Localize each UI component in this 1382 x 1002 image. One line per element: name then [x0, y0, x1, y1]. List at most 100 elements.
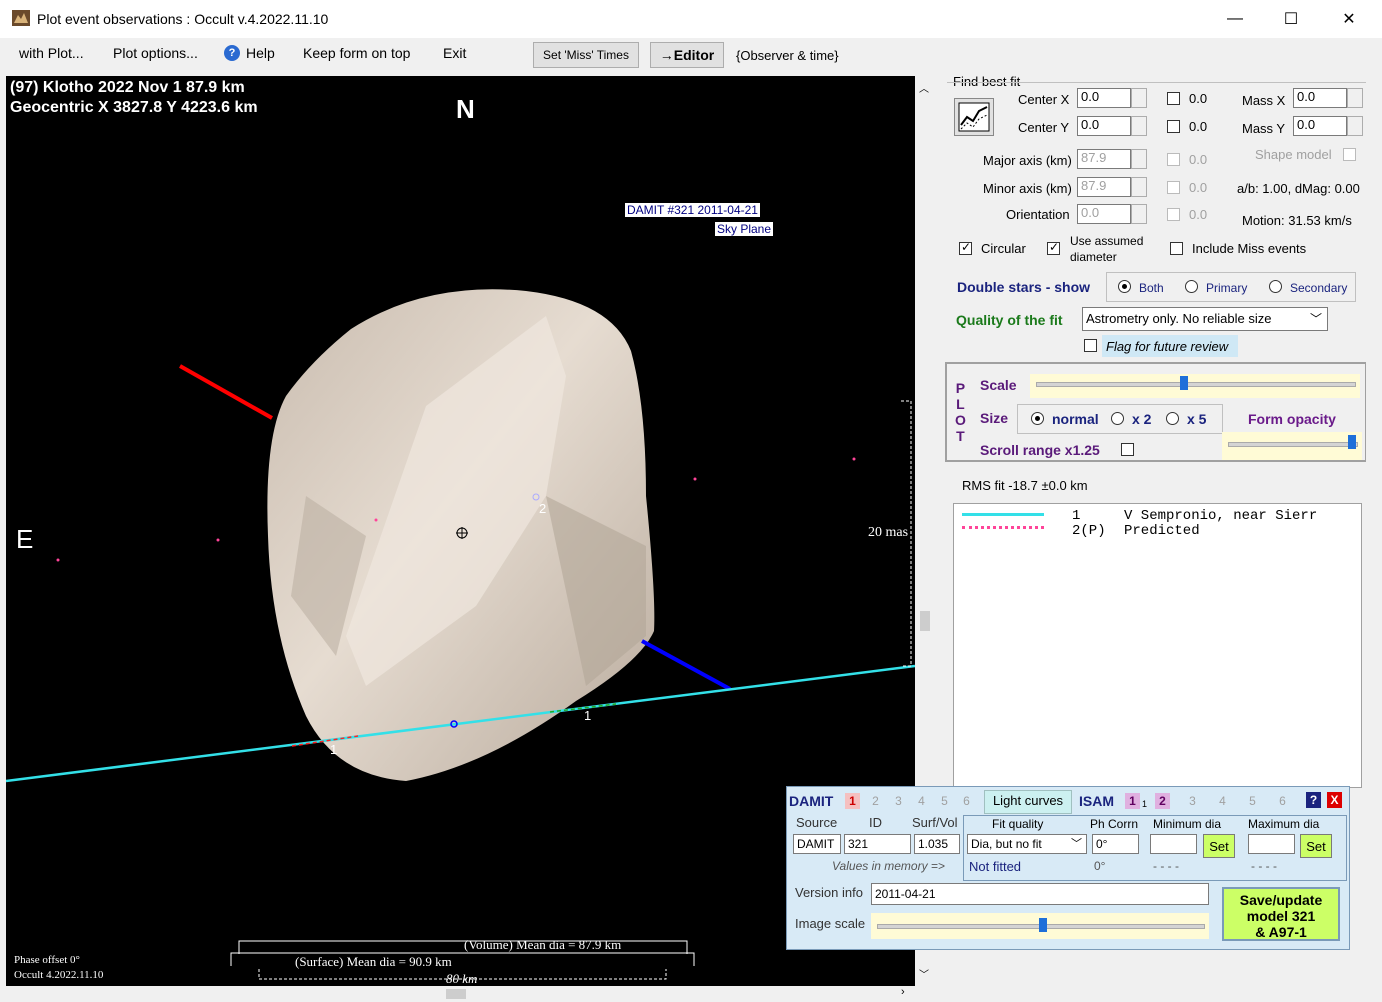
center-y-label: Center Y — [1018, 120, 1070, 135]
flag-review-checkbox[interactable] — [1084, 339, 1097, 352]
fit-chart-button[interactable] — [954, 98, 994, 136]
isam-model-1[interactable]: 1 — [1125, 793, 1140, 809]
damit-model-6[interactable]: 6 — [959, 793, 974, 809]
mass-y-spinner[interactable] — [1347, 116, 1363, 136]
opacity-slider-thumb[interactable] — [1348, 435, 1356, 449]
scale-slider-thumb[interactable] — [1180, 376, 1188, 390]
hscroll-thumb[interactable] — [446, 989, 466, 999]
panel-scrollbar[interactable] — [1366, 76, 1380, 986]
mass-x-spinner[interactable] — [1347, 88, 1363, 108]
plot-letter: P — [955, 380, 966, 396]
min-dia-field[interactable] — [1150, 834, 1197, 854]
menu-exit[interactable]: Exit — [443, 45, 466, 61]
center-x-input[interactable]: 0.0 — [1077, 88, 1131, 108]
major-axis-spinner[interactable] — [1131, 149, 1147, 169]
set-max-dia-button[interactable]: Set — [1300, 834, 1332, 858]
help-icon[interactable]: ? — [224, 45, 240, 61]
scroll-thumb[interactable] — [920, 611, 930, 631]
mass-y-input[interactable]: 0.0 — [1293, 116, 1347, 136]
major-axis-input[interactable]: 87.9 — [1077, 149, 1131, 169]
horizontal-scrollbar[interactable]: › — [6, 986, 915, 1002]
primary-radio[interactable] — [1185, 280, 1198, 293]
surf-vol-field[interactable]: 1.035 — [914, 834, 960, 854]
source-field[interactable]: DAMIT — [793, 834, 841, 854]
orientation-spinner[interactable] — [1131, 204, 1147, 224]
isam-model-6[interactable]: 6 — [1275, 793, 1290, 809]
include-miss-checkbox[interactable] — [1170, 242, 1183, 255]
observer-time-label[interactable]: {Observer & time} — [736, 48, 839, 63]
close-button[interactable]: ✕ — [1326, 0, 1372, 38]
save-line: & A97-1 — [1255, 924, 1307, 940]
ph-corr-field[interactable]: 0° — [1092, 834, 1139, 854]
save-update-button[interactable]: Save/update model 321 & A97-1 — [1222, 887, 1340, 941]
isam-model-5[interactable]: 5 — [1245, 793, 1260, 809]
editor-button[interactable]: →Editor — [650, 42, 724, 68]
include-miss-label: Include Miss events — [1192, 241, 1307, 256]
both-label: Both — [1139, 281, 1164, 295]
scroll-up-icon[interactable]: ︿ — [919, 80, 929, 95]
scroll-right-icon[interactable]: › — [901, 986, 905, 998]
scale-slider[interactable] — [1030, 374, 1360, 398]
legend-num: 1 — [1072, 508, 1081, 524]
image-scale-slider[interactable] — [871, 913, 1209, 939]
set-min-dia-button[interactable]: Set — [1203, 834, 1235, 858]
max-dia-field[interactable] — [1248, 834, 1295, 854]
isam-model-4[interactable]: 4 — [1215, 793, 1230, 809]
fit-quality-header: Fit quality — [992, 817, 1044, 831]
minor-axis-spinner[interactable] — [1131, 177, 1147, 197]
circular-checkbox[interactable]: ✓ — [959, 240, 972, 255]
center-y-checkbox[interactable] — [1167, 120, 1180, 133]
minor-axis-input[interactable]: 87.9 — [1077, 177, 1131, 197]
x5-radio[interactable] — [1166, 412, 1179, 425]
plot-canvas[interactable]: (97) Klotho 2022 Nov 1 87.9 km Geocentri… — [6, 76, 915, 986]
image-scale-thumb[interactable] — [1039, 918, 1047, 932]
center-y-spinner[interactable] — [1131, 116, 1147, 136]
set-miss-times-button[interactable]: Set 'Miss' Times — [533, 42, 639, 68]
scroll-range-checkbox[interactable] — [1121, 443, 1134, 456]
minimize-button[interactable]: — — [1212, 0, 1258, 38]
damit-model-3[interactable]: 3 — [891, 793, 906, 809]
menu-keep-on-top[interactable]: Keep form on top — [303, 45, 410, 61]
major-axis-checkbox[interactable] — [1167, 153, 1180, 166]
center-y-input[interactable]: 0.0 — [1077, 116, 1131, 136]
scroll-down-icon[interactable]: ﹀ — [919, 966, 929, 981]
shape-model-checkbox[interactable] — [1343, 148, 1356, 161]
form-opacity-slider[interactable] — [1222, 432, 1362, 460]
damit-model-5[interactable]: 5 — [937, 793, 952, 809]
damit-model-4[interactable]: 4 — [914, 793, 929, 809]
menu-help[interactable]: Help — [246, 45, 275, 61]
maximize-button[interactable]: ☐ — [1268, 0, 1314, 38]
isam-model-3[interactable]: 3 — [1185, 793, 1200, 809]
id-field[interactable]: 321 — [844, 834, 911, 854]
version-info-field[interactable]: 2011-04-21 — [871, 883, 1209, 905]
normal-radio[interactable] — [1031, 412, 1044, 425]
help-icon[interactable]: ? — [1306, 792, 1321, 808]
menu-with-plot[interactable]: with Plot... — [19, 45, 84, 61]
plot-letter: O — [955, 412, 966, 428]
quality-label: Quality of the fit — [956, 312, 1063, 328]
damit-model-1[interactable]: 1 — [845, 793, 860, 809]
use-assumed-checkbox[interactable]: ✓ — [1047, 240, 1060, 255]
scroll-range-label: Scroll range x1.25 — [980, 442, 1100, 458]
close-icon[interactable]: X — [1327, 792, 1342, 808]
circular-label: Circular — [981, 241, 1026, 256]
light-curves-button[interactable]: Light curves — [984, 790, 1072, 814]
damit-model-2[interactable]: 2 — [868, 793, 883, 809]
fit-quality-dropdown[interactable]: Dia, but no fit ﹀ — [967, 834, 1087, 854]
x2-radio[interactable] — [1111, 412, 1124, 425]
menu-plot-options[interactable]: Plot options... — [113, 45, 198, 61]
orientation-input[interactable]: 0.0 — [1077, 204, 1131, 224]
memory-max-value: - - - - — [1251, 859, 1277, 873]
center-x-spinner[interactable] — [1131, 88, 1147, 108]
isam-model-2[interactable]: 2 — [1155, 793, 1170, 809]
secondary-radio[interactable] — [1269, 280, 1282, 293]
mass-y-label: Mass Y — [1242, 121, 1286, 136]
both-radio[interactable] — [1118, 280, 1131, 293]
size-label: Size — [980, 410, 1009, 426]
quality-dropdown[interactable]: Astrometry only. No reliable size ﹀ — [1082, 307, 1328, 331]
mass-x-input[interactable]: 0.0 — [1293, 88, 1347, 108]
damit-panel: DAMIT 1 2 3 4 5 6 Light curves ISAM 1 1 … — [786, 786, 1350, 950]
center-x-checkbox[interactable] — [1167, 92, 1180, 105]
minor-axis-checkbox[interactable] — [1167, 181, 1180, 194]
orientation-checkbox[interactable] — [1167, 208, 1180, 221]
